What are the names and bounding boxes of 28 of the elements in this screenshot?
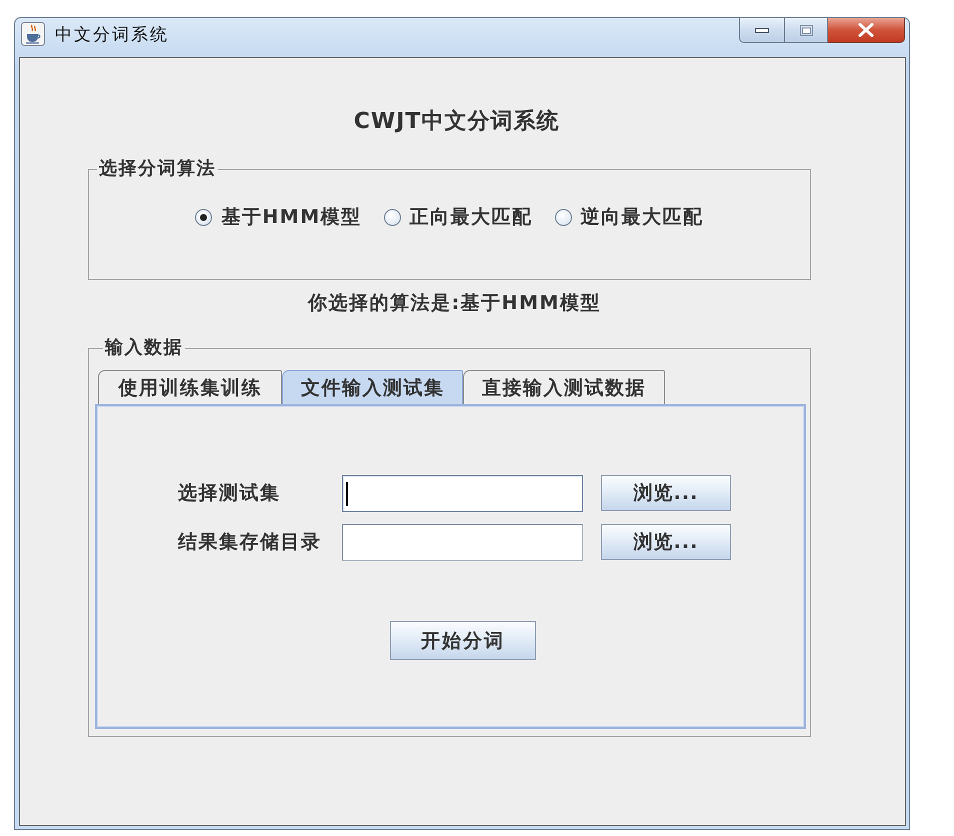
start-button[interactable]: 开始分词 <box>390 621 536 660</box>
tab[interactable]: 文件输入测试集 <box>282 370 463 404</box>
close-icon <box>858 23 874 37</box>
maximize-button[interactable] <box>785 18 828 43</box>
close-button[interactable] <box>828 18 905 43</box>
coffee-cup-icon <box>21 22 45 46</box>
field-label: 结果集存储目录 <box>178 530 322 555</box>
radio-button[interactable] <box>384 208 401 226</box>
option-label[interactable]: 基于HMM模型 <box>221 205 362 229</box>
minimize-button[interactable] <box>739 18 785 43</box>
input-field[interactable] <box>342 524 583 561</box>
app-heading: CWJT中文分词系统 <box>352 108 560 136</box>
tab[interactable]: 使用训练集训练 <box>98 370 282 404</box>
tab[interactable]: 直接输入测试数据 <box>463 370 665 404</box>
radio-button[interactable] <box>195 208 212 226</box>
browse-button[interactable]: 浏览... <box>601 475 731 511</box>
maximize-icon <box>800 24 812 36</box>
minimize-icon <box>755 28 769 32</box>
group-title: 选择分词算法 <box>98 158 217 180</box>
option-label[interactable]: 正向最大匹配 <box>410 205 533 229</box>
group-title: 输入数据 <box>104 337 184 359</box>
option-label[interactable]: 逆向最大匹配 <box>580 205 704 229</box>
selection-status: 你选择的算法是:基于HMM模型 <box>306 291 601 316</box>
field-label: 选择测试集 <box>178 481 282 506</box>
input-field[interactable] <box>342 475 583 512</box>
radio-button[interactable] <box>554 208 572 226</box>
window-title: 中文分词系统 <box>55 24 169 46</box>
browse-button[interactable]: 浏览... <box>601 524 731 560</box>
